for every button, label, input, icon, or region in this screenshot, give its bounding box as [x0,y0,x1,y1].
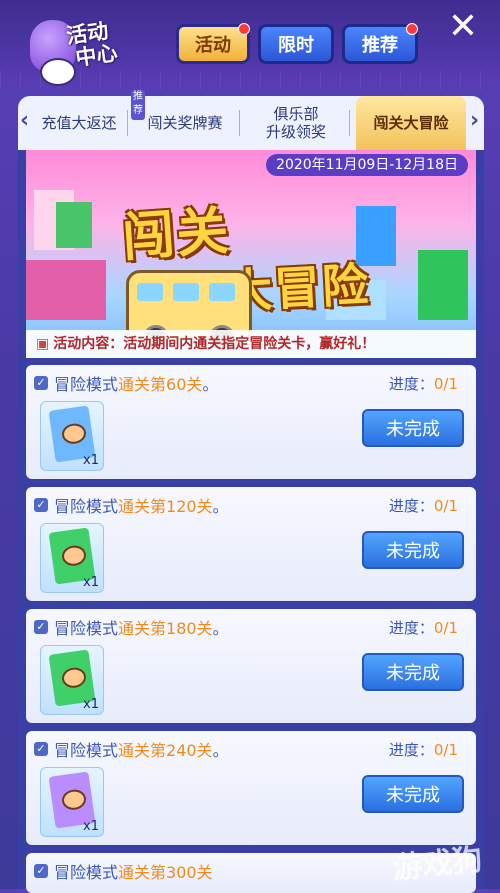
task-suffix: 。 [212,619,229,638]
task-check-icon: ✓ [34,498,48,512]
task-progress: 进度：0/1 [389,739,458,760]
task-status-button[interactable]: 未完成 [362,409,464,447]
notification-dot [406,23,418,35]
progress-value: 0/1 [433,619,458,637]
tab-recommend[interactable]: 推荐 [342,23,418,64]
reward-item[interactable]: x1 [40,401,104,471]
tab-activity[interactable]: 活动 [176,23,250,64]
progress-value: 0/1 [433,741,458,759]
divider [127,110,128,136]
task-suffix: 。 [202,375,219,394]
task-status-button[interactable]: 未完成 [362,653,464,691]
reward-character-icon [60,544,88,568]
task-goal: 通关第180关 [118,619,213,638]
task-progress: 进度：0/1 [389,495,458,516]
task-progress: 进度：0/1 [389,617,458,638]
task-goal: 通关第60关 [118,375,203,394]
task-mode: 冒险模式 [54,863,119,882]
subtab-recharge-label: 充值大返还 [41,114,117,132]
task-goal: 通关第120关 [118,497,213,516]
task-status-button[interactable]: 未完成 [362,531,464,569]
reward-character-icon [60,666,88,690]
task-row: ✓ 冒险模式 通关第180关。 进度：0/1 x1 未完成 [26,609,476,723]
task-check-icon: ✓ [34,742,48,756]
task-suffix: 。 [212,497,229,516]
bus-window [137,283,163,301]
subtab-recharge[interactable]: 充值大返还 [30,96,128,150]
divider [349,110,350,136]
event-description-text: 活动内容：活动期间内通关指定冒险关卡，赢好礼！ [53,336,376,352]
task-progress: 进度：0/1 [389,373,458,394]
task-title: ✓ 冒险模式 通关第120关。 [34,493,229,517]
task-title: ✓ 冒险模式 通关第60关。 [34,371,218,395]
tetris-block [418,250,468,320]
subtab-adventure-label: 闯关大冒险 [373,114,449,132]
task-mode: 冒险模式 [54,375,119,394]
reward-character-icon [60,788,88,812]
banner-title-line1: 闯关 [120,201,233,269]
tab-recommend-label: 推荐 [362,35,398,56]
task-goal: 通关第300关 [118,863,213,882]
progress-label: 进度： [388,497,434,515]
task-title: ✓ 冒险模式 通关第180关。 [34,615,229,639]
subtab-adventure[interactable]: 闯关大冒险 [356,96,466,150]
subtab-medal-race[interactable]: 闯关奖牌赛 [130,96,240,150]
tab-limited[interactable]: 限时 [258,24,334,64]
task-row: ✓ 冒险模式 通关第60关。 进度：0/1 x1 未完成 [26,365,476,479]
bus-window [173,283,199,301]
tab-activity-label: 活动 [195,35,231,56]
reward-count: x1 [83,575,99,590]
event-description: ▣ 活动内容：活动期间内通关指定冒险关卡，赢好礼！ [26,330,476,358]
reward-count: x1 [83,819,99,834]
progress-label: 进度： [388,741,434,759]
task-suffix: 。 [212,741,229,760]
scroll-left-icon[interactable]: ‹ [20,108,29,133]
subtab-club-reward-label: 俱乐部 升级领奖 [265,105,326,141]
tab-limited-label: 限时 [278,35,314,56]
tetris-block [56,202,92,248]
task-title: ✓ 冒险模式 通关第240关。 [34,737,229,761]
task-row: ✓ 冒险模式 通关第240关。 进度：0/1 x1 未完成 [26,731,476,845]
scroll-right-icon[interactable]: › [470,108,479,133]
logo-text: 活动 中心 [65,19,119,71]
reward-count: x1 [83,697,99,712]
progress-label: 进度： [388,619,434,637]
reward-item[interactable]: x1 [40,523,104,593]
close-icon[interactable]: ✕ [446,9,480,45]
activity-center-logo: 活动 中心 [22,12,152,90]
watermark: 游戏狗 [390,842,484,887]
reward-item[interactable]: x1 [40,645,104,715]
reward-character-icon [60,422,88,446]
progress-label: 进度： [388,375,434,393]
task-mode: 冒险模式 [54,741,119,760]
task-title: ✓ 冒险模式 通关第300关 [34,859,213,883]
task-check-icon: ✓ [34,864,48,878]
task-row: ✓ 冒险模式 通关第120关。 进度：0/1 x1 未完成 [26,487,476,601]
logo-line2: 中心 [74,40,119,71]
task-check-icon: ✓ [34,620,48,634]
progress-value: 0/1 [433,497,458,515]
divider [239,110,240,136]
event-banner: 2020年11月09日-12月18日 闯关 大冒险 ▣ 活动内容：活动期间内通关指… [26,150,476,358]
progress-value: 0/1 [433,375,458,393]
gift-icon: ▣ [36,336,50,352]
subtab-club-reward[interactable]: 俱乐部 升级领奖 [242,96,350,150]
task-status-button[interactable]: 未完成 [362,775,464,813]
reward-count: x1 [83,453,99,468]
event-date-range: 2020年11月09日-12月18日 [266,154,468,176]
task-goal: 通关第240关 [118,741,213,760]
main-tabs: 活动 限时 推荐 [176,23,418,64]
notification-dot [238,23,250,35]
bus-window [209,283,235,301]
tetris-block [26,260,106,320]
reward-item[interactable]: x1 [40,767,104,837]
subtab-medal-race-label: 闯关奖牌赛 [147,114,223,132]
task-mode: 冒险模式 [54,619,119,638]
task-mode: 冒险模式 [54,497,119,516]
task-check-icon: ✓ [34,376,48,390]
